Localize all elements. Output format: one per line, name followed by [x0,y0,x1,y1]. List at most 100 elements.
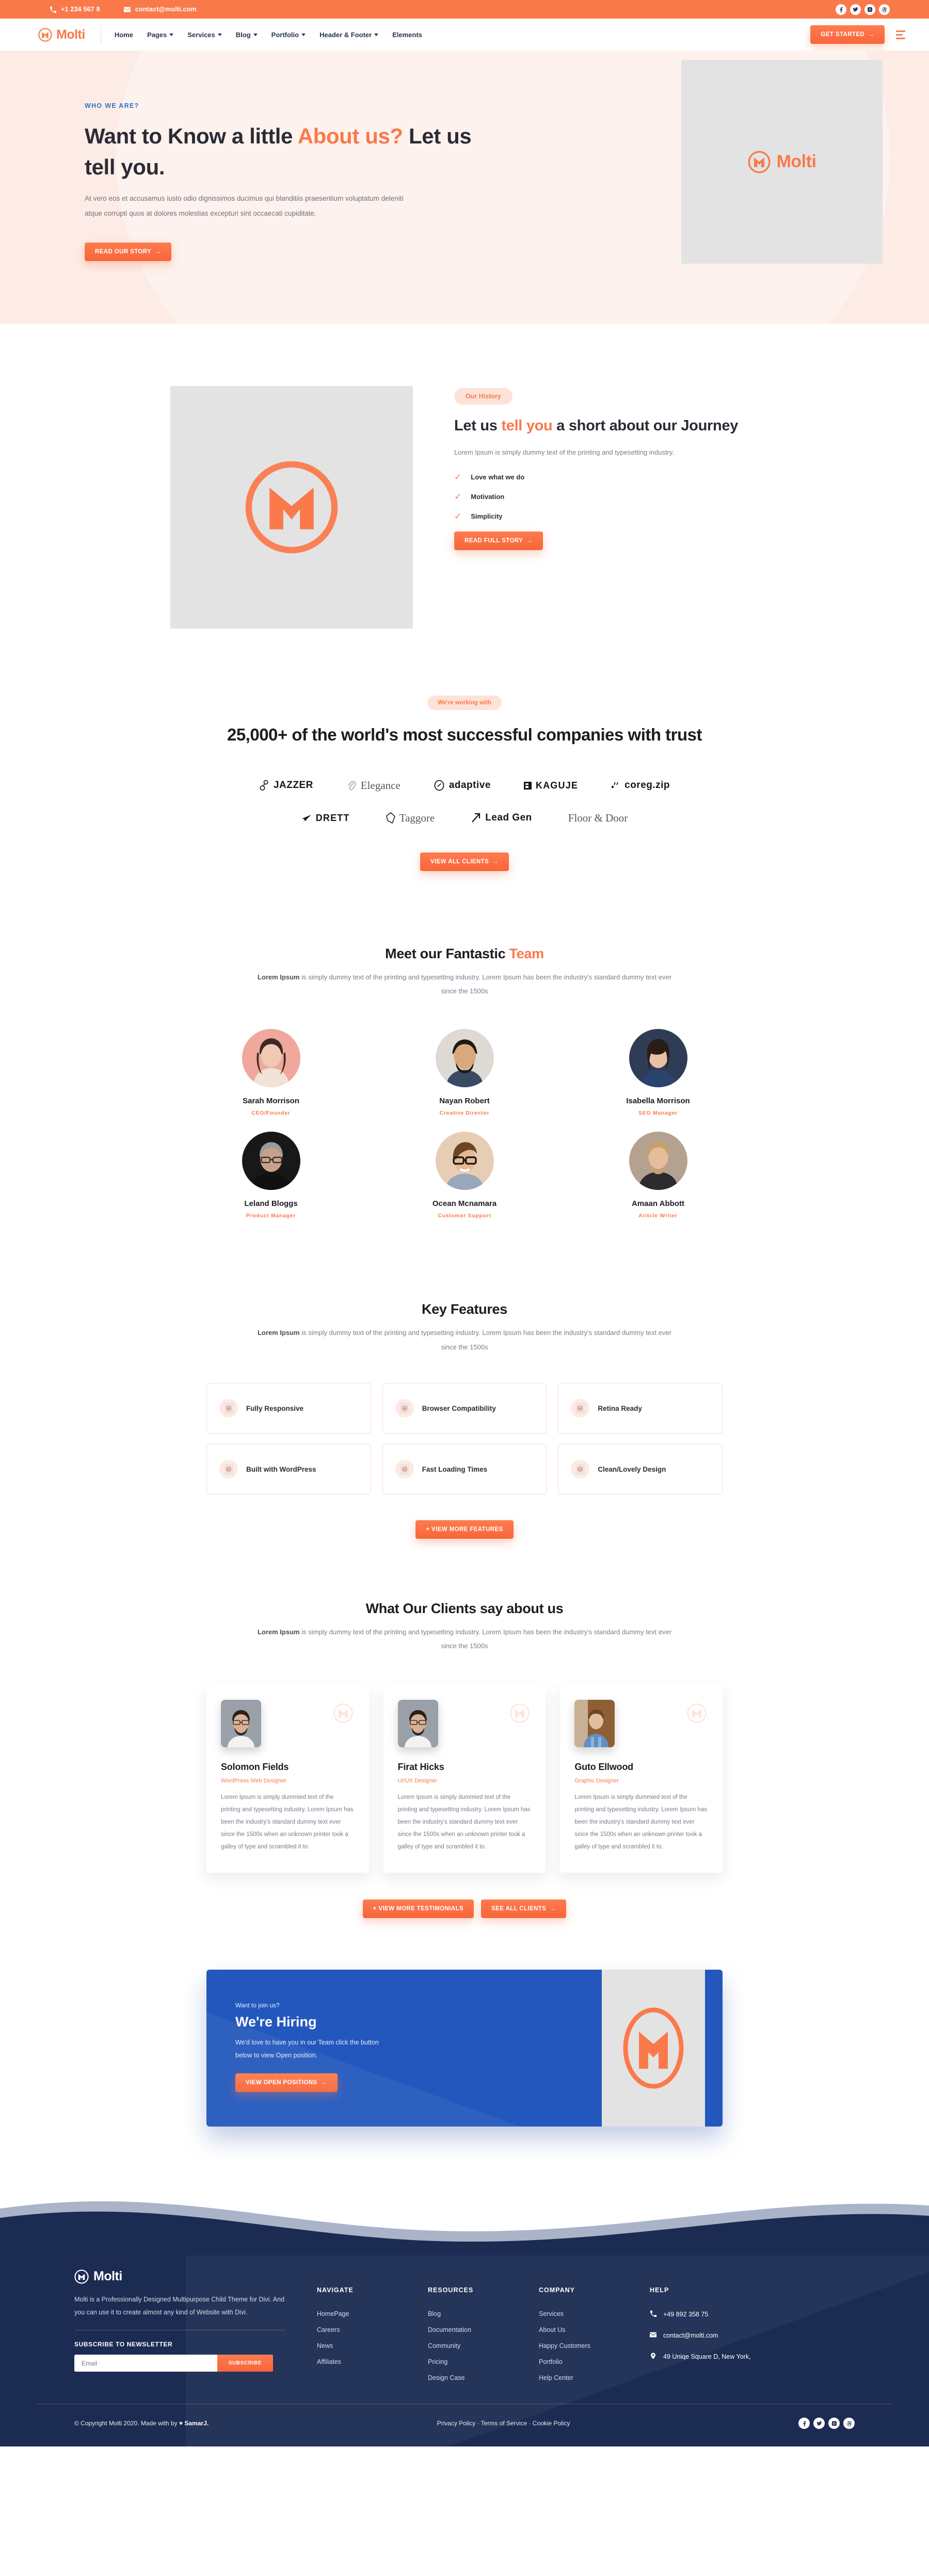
email-link[interactable]: contact@molti.com [123,6,197,13]
client-logo-coregzip[interactable]: coreg.zip [611,780,670,791]
check-label: Motivation [471,493,505,501]
nav-item-blog[interactable]: Blog [236,31,258,39]
client-logo-grid: JAZZER Elegance adaptive KAGUJE coreg.zi… [170,779,759,825]
client-logo-adaptive[interactable]: adaptive [434,780,491,791]
read-full-story-label: READ FULL STORY [464,538,523,544]
footer-link-about-us[interactable]: About Us [539,2326,650,2333]
client-logo-kaguje[interactable]: KAGUJE [523,780,579,791]
footer-phone[interactable]: +49 892 358 75 [650,2310,820,2319]
team-member-0[interactable]: Sarah Morrison CEO/Founder [206,1029,335,1116]
feature-card-5[interactable]: Clean/Lovely Design [558,1444,723,1495]
facebook-icon[interactable] [798,2418,810,2429]
testimonial-card-2[interactable]: Guto Ellwood Graphic Designer Lorem Ipsu… [560,1684,723,1873]
arrow-right-icon: → [492,858,499,865]
nav-item-header-footer[interactable]: Header & Footer [319,30,379,39]
team-member-2[interactable]: Isabella Morrison SEO Manager [594,1029,723,1116]
footer-link-community[interactable]: Community [428,2342,539,2349]
arrow-right-icon: → [155,248,162,255]
copyright-author[interactable]: SamarJ. [184,2420,209,2427]
twitter-icon[interactable] [850,4,861,15]
hero-eyebrow: WHO WE ARE? [85,102,139,109]
read-full-story-button[interactable]: READ FULL STORY → [454,532,543,551]
feature-card-3[interactable]: Built with WordPress [206,1444,371,1495]
client-logo-elegance[interactable]: Elegance [346,779,401,792]
subscribe-button[interactable]: SUBSCRIBE [217,2355,273,2372]
facebook-icon[interactable] [836,4,846,15]
footer-link-pricing[interactable]: Pricing [428,2358,539,2365]
team-member-1[interactable]: Nayan Robert Creative Director [400,1029,529,1116]
list-item: ✓ Motivation [454,492,759,501]
client-name: KAGUJE [535,780,579,791]
footer-link-affiliates[interactable]: Affiliates [317,2358,428,2365]
testimonial-role: UI/UX Designer [397,1777,438,1784]
feature-card-0[interactable]: Fully Responsive [206,1383,371,1434]
molti-watermark-icon [508,1700,531,1727]
client-logo-jazzer[interactable]: JAZZER [259,780,313,791]
journey-title-highlight: tell you [501,417,553,434]
footer-link-design-case[interactable]: Design Case [428,2374,539,2381]
footer-link-homepage[interactable]: HomePage [317,2310,428,2317]
brand-logo[interactable]: Molti [38,27,85,42]
team-grid: Sarah Morrison CEO/Founder Nayan Robert … [206,1029,723,1219]
team-member-4[interactable]: Ocean Mcnamara Customer Support [400,1132,529,1219]
team-member-3[interactable]: Leland Bloggs Product Manager [206,1132,335,1219]
nav-item-pages[interactable]: Pages [147,31,174,39]
client-logo-taggore[interactable]: Taggore [386,812,435,825]
features-title: Key Features [422,1301,507,1317]
feature-card-2[interactable]: Retina Ready [558,1383,723,1434]
footer-link-documentation[interactable]: Documentation [428,2326,539,2333]
footer-link-news[interactable]: News [317,2342,428,2349]
testimonial-card-0[interactable]: Solomon Fields WordPress Web Designer Lo… [206,1684,369,1873]
nav-item-services[interactable]: Services [187,31,222,39]
testimonial-card-1[interactable]: Firat Hicks UI/UX Designer Lorem Ipsum i… [383,1684,546,1873]
dribbble-icon[interactable] [879,4,890,15]
hexagon-icon [386,812,395,824]
footer-link-careers[interactable]: Careers [317,2326,428,2333]
member-name: Amaan Abbott [632,1199,684,1209]
link-circle-icon [434,780,445,791]
client-logo-lead-gen[interactable]: Lead Gen [471,812,532,824]
see-all-clients-label: SEE ALL CLIENTS [491,1906,547,1912]
clients-title: 25,000+ of the world's most successful c… [227,725,702,744]
read-our-story-button[interactable]: READ OUR STORY → [85,242,172,261]
dribbble-icon[interactable] [843,2418,855,2429]
feature-card-1[interactable]: Browser Compatibility [382,1383,547,1434]
nav-label: Header & Footer [319,30,372,39]
hamburger-menu-icon[interactable] [896,30,905,39]
view-open-positions-button[interactable]: VIEW OPEN POSITIONS → [235,2073,338,2092]
feature-card-4[interactable]: Fast Loading Times [382,1444,547,1495]
hero-title: Want to Know a little About us? Let us t… [85,121,477,182]
get-started-button[interactable]: GET STARTED → [810,25,885,44]
footer-link-services[interactable]: Services [539,2310,650,2317]
instagram-icon[interactable] [828,2418,840,2429]
view-more-testimonials-button[interactable]: + VIEW MORE TESTIMONIALS [362,1899,474,1919]
member-name: Ocean Mcnamara [432,1199,497,1209]
legal-links[interactable]: Privacy Policy · Terms of Service · Cook… [437,2420,570,2427]
footer-logo[interactable]: Molti [74,2269,286,2284]
team-member-5[interactable]: Amaan Abbott Aritcle Writer [594,1132,723,1219]
client-logo-drett[interactable]: DRETT [301,813,350,824]
feature-label: Fully Responsive [246,1404,304,1412]
footer-link-help-center[interactable]: Help Center [539,2374,650,2381]
team-subtitle-bold: Lorem Ipsum [257,973,300,981]
arrow-up-right-icon [471,812,481,824]
twitter-icon[interactable] [813,2418,825,2429]
client-logo-floor-and-door[interactable]: Floor & Door [568,812,628,825]
view-more-testimonials-label: + VIEW MORE TESTIMONIALS [373,1906,464,1912]
nav-item-home[interactable]: Home [115,31,133,39]
footer-email[interactable]: contact@molti.com [650,2331,820,2340]
footer-socials [798,2418,855,2429]
view-all-clients-button[interactable]: VIEW ALL CLIENTS → [420,852,509,871]
journey-title-part1: Let us [454,417,502,434]
see-all-clients-button[interactable]: SEE ALL CLIENTS → [481,1899,567,1919]
footer-link-portfolio[interactable]: Portfolio [539,2358,650,2365]
nav-item-portfolio[interactable]: Portfolio [271,31,306,39]
view-more-features-button[interactable]: + VIEW MORE FEATURES [415,1520,514,1539]
footer-link-happy-customers[interactable]: Happy Customers [539,2342,650,2349]
wave-divider [0,2168,929,2257]
phone-link[interactable]: +1 234 567 8 [50,6,100,13]
footer-link-blog[interactable]: Blog [428,2310,539,2317]
instagram-icon[interactable] [864,4,875,15]
newsletter-email-input[interactable] [74,2355,217,2372]
nav-item-elements[interactable]: Elements [392,31,422,39]
